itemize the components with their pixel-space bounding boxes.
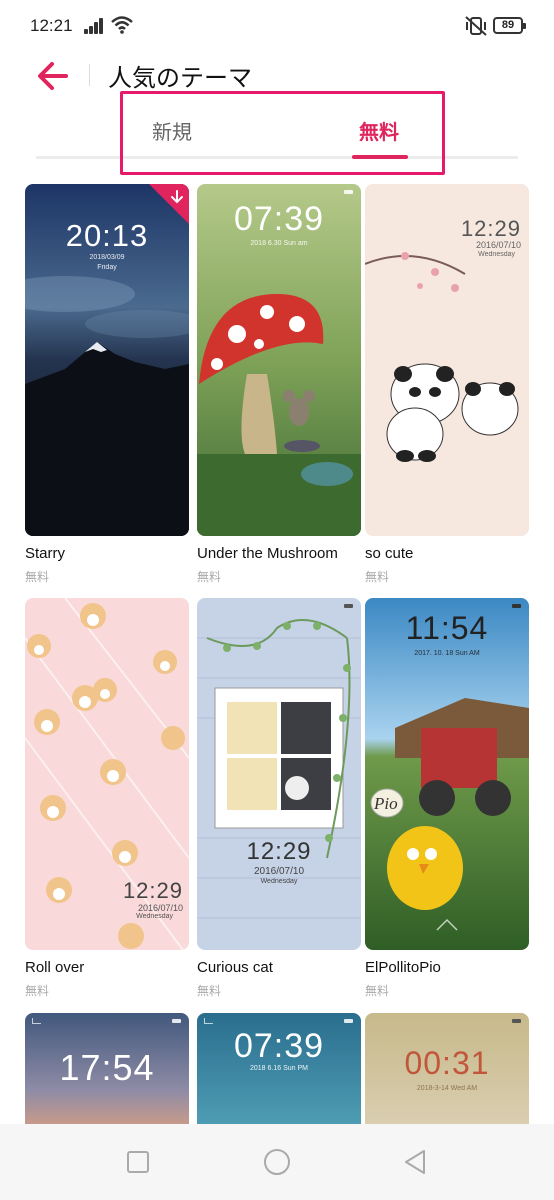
theme-price: 無料 [365,570,390,584]
tab-new[interactable]: 新規 [152,116,192,145]
theme-card-so-cute[interactable]: 12:29 2016/07/10 Wednesday so cute 無料 [365,184,529,584]
tab-free[interactable]: 無料 [359,116,399,145]
theme-name: Curious cat [197,959,273,976]
system-navigation-bar [0,1124,554,1200]
theme-card-row3-3[interactable]: 00:31 2018-3-14 Wed AM [365,1013,529,1124]
page-title: 人気のテーマ [108,64,252,92]
thumbnail-date: 2018 6.16 Sun PM [250,1065,308,1072]
circle-icon [264,1149,290,1175]
thumbnail-date: 2018 6.30 Sun am [250,240,308,247]
back-button[interactable] [36,60,72,92]
status-bar: 12:21 89 [0,0,554,52]
tab-bar: 新規 無料 [36,100,518,160]
thumbnail-date: 2018-3-14 Wed AM [416,1085,478,1092]
theme-name: ElPollitoPio [365,959,441,976]
thumbnail-day: Wednesday [478,251,515,258]
thumbnail-day: Friday [97,264,117,271]
theme-price: 無料 [25,984,50,998]
tab-indicator [352,155,408,159]
mini-signal [32,1018,41,1024]
theme-thumbnail: 17:54 [25,1013,189,1124]
thumbnail-date: 2017. 10. 18 Sun AM [414,650,480,657]
theme-thumbnail: 00:31 2018-3-14 Wed AM [365,1013,529,1124]
header-divider [89,64,90,86]
square-icon [127,1151,149,1173]
thumbnail-clock: 00:31 [404,1045,490,1081]
mini-battery [344,1019,353,1023]
mini-battery [512,604,521,608]
thumbnail-clock: 07:39 [233,200,325,238]
mini-battery [512,1019,521,1023]
signal-icon [84,18,106,34]
theme-card-curious-cat[interactable]: 12:29 2016/07/10 Wednesday Curious cat 無… [197,598,361,998]
thumbnail-clock: 12:29 [246,838,312,865]
thumbnail-date: 2016/07/10 [253,866,305,877]
downloaded-corner-badge [149,184,189,224]
theme-thumbnail: 20:13 2018/03/09 Friday [25,184,189,536]
theme-card-row3-2[interactable]: 07:39 2018 6.16 Sun PM [197,1013,361,1124]
theme-card-roll-over[interactable]: 12:29 2016/07/10 Wednesday Roll over 無料 [25,598,189,998]
theme-thumbnail: 12:29 2016/07/10 Wednesday [25,598,189,950]
mini-battery [172,1019,181,1023]
thumbnail-day: Wednesday [260,878,298,885]
thumbnail-date: 2016/07/10 [137,903,183,913]
theme-price: 無料 [25,570,50,584]
theme-name: Starry [25,545,66,562]
thumbnail-clock: 12:29 [122,878,183,903]
triangle-icon [405,1150,425,1174]
thumbnail-date: 2018/03/09 [89,254,125,261]
mini-signal [204,1018,213,1024]
thumbnail-date: 2016/07/10 [475,240,521,250]
theme-thumbnail: 12:29 2016/07/10 Wednesday [365,184,529,536]
theme-price: 無料 [197,570,222,584]
arrow-left-icon [38,62,68,90]
theme-thumbnail: 11:54 2017. 10. 18 Sun AM Pio [365,598,529,950]
thumbnail-clock: 17:54 [59,1047,155,1088]
thumbnail-day: Wednesday [136,913,173,920]
recent-apps-button[interactable] [124,1148,152,1176]
status-time: 12:21 [30,16,73,35]
theme-thumbnail: 12:29 2016/07/10 Wednesday [197,598,361,950]
cat-window-wallpaper [197,598,361,950]
thumbnail-clock: 07:39 [233,1027,325,1065]
pio-speech-label: Pio [374,794,398,813]
theme-card-under-the-mushroom[interactable]: 07:39 2018 6.30 Sun am Under the Mushroo… [197,184,361,584]
wifi-icon [111,16,133,34]
mini-battery [344,604,353,608]
theme-name: Roll over [25,959,85,976]
theme-price: 無料 [365,984,390,998]
tab-track [36,156,518,159]
nav-back-button[interactable] [402,1148,430,1176]
theme-price: 無料 [197,984,222,998]
thumbnail-clock: 12:29 [460,216,521,241]
theme-name: so cute [365,545,414,562]
theme-card-starry[interactable]: 20:13 2018/03/09 Friday Starry 無料 [25,184,189,584]
battery-icon: 89 [493,17,526,34]
thumbnail-clock: 11:54 [405,610,489,646]
home-button[interactable] [262,1147,292,1177]
theme-thumbnail: 07:39 2018 6.16 Sun PM [197,1013,361,1124]
theme-card-row3-1[interactable]: 17:54 [25,1013,189,1124]
mini-battery [344,190,353,194]
theme-thumbnail: 07:39 2018 6.30 Sun am [197,184,361,536]
theme-name: Under the Mushroom [197,545,338,562]
vibrate-off-icon [465,16,487,36]
theme-card-elpollitopio[interactable]: 11:54 2017. 10. 18 Sun AM Pio ElPollitoP… [365,598,529,998]
